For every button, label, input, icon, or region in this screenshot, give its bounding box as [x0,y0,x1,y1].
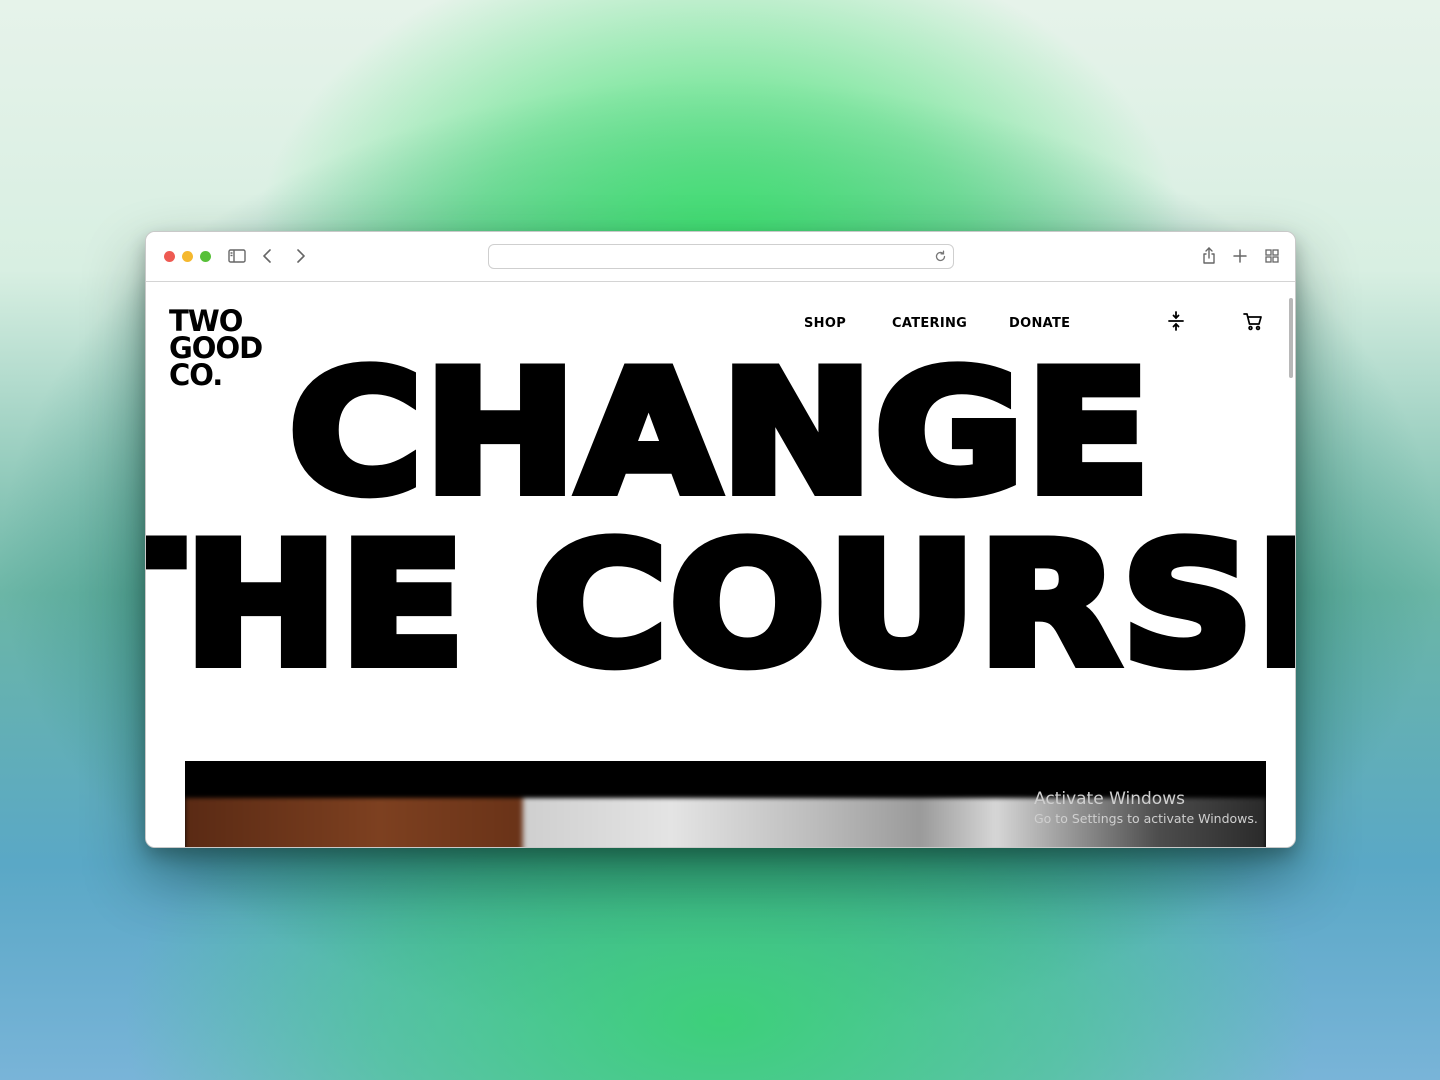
hero-headline-line2: THE COURSE [146,507,1295,703]
close-window-button[interactable] [164,251,175,262]
web-page: TWO GOOD CO. SHOP CATERING DONATE CHANGE… [146,283,1295,847]
watermark-title: Activate Windows [1034,789,1185,809]
hero-line1-text: CHANGE [284,335,1156,531]
hero-line2-text: THE COURSE [146,507,1295,703]
nav-shop-link[interactable]: SHOP [804,316,846,331]
browser-window: TWO GOOD CO. SHOP CATERING DONATE CHANGE… [145,231,1296,848]
browser-toolbar [146,232,1295,282]
hero-headline-line1: CHANGE [146,335,1295,531]
activate-windows-watermark: Activate Windows Go to Settings to activ… [1034,788,1258,828]
reload-icon[interactable] [932,248,949,265]
minimize-window-button[interactable] [182,251,193,262]
tab-overview-icon[interactable] [1261,245,1283,267]
cart-icon[interactable] [1241,309,1265,333]
sidebar-icon[interactable] [226,245,248,267]
menu-toggle-icon[interactable] [1164,309,1188,333]
nav-catering-link[interactable]: CATERING [892,316,967,331]
share-icon[interactable] [1198,245,1220,267]
watermark-subtitle: Go to Settings to activate Windows. [1034,811,1258,826]
forward-icon[interactable] [289,245,311,267]
nav-donate-link[interactable]: DONATE [1009,316,1070,331]
address-bar[interactable] [488,244,954,269]
new-tab-icon[interactable] [1229,245,1251,267]
back-icon[interactable] [257,245,279,267]
zoom-window-button[interactable] [200,251,211,262]
